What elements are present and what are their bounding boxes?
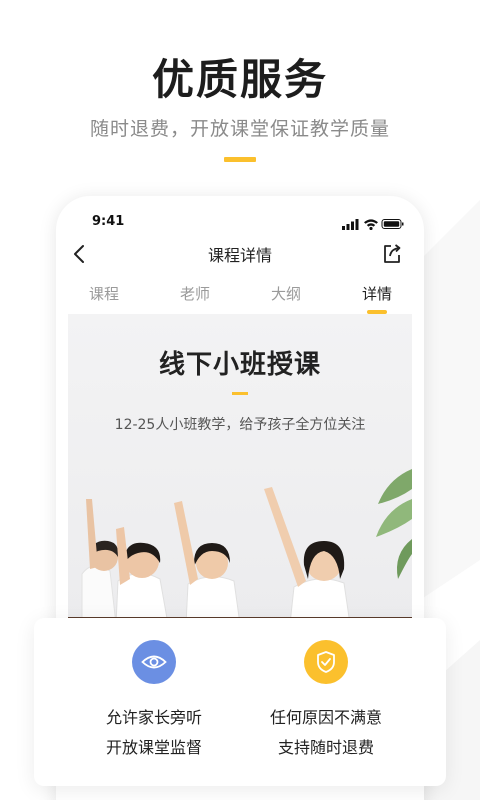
- feature-card: 允许家长旁听 开放课堂监督 任何原因不满意 支持随时退费: [34, 618, 446, 786]
- tab-bar: 课程 老师 大纲 详情: [56, 278, 424, 314]
- hero-subtitle: 随时退费，开放课堂保证教学质量: [89, 118, 390, 140]
- share-button[interactable]: [380, 242, 404, 266]
- plant-image: [376, 469, 412, 579]
- eye-icon: [132, 640, 176, 684]
- tab-details-label: 详情: [361, 285, 392, 303]
- feature-line-2: 开放课堂监督: [105, 738, 202, 757]
- content-accent-bar: [232, 392, 248, 395]
- shield-check-icon: [304, 640, 348, 684]
- signal-icon: [342, 219, 359, 230]
- course-detail-content: 线下小班授课 12-25人小班教学，给予孩子全方位关注: [68, 314, 412, 624]
- accent-bar: [224, 157, 256, 162]
- child-figure: [174, 501, 241, 624]
- feature-parent-observe: 允许家长旁听 开放课堂监督: [74, 640, 234, 760]
- feature-line-1: 任何原因不满意: [269, 708, 382, 727]
- share-icon: [384, 244, 401, 263]
- feature-line-2: 支持随时退费: [277, 738, 374, 757]
- child-figure: [81, 499, 119, 624]
- nav-title: 课程详情: [207, 246, 272, 265]
- hero-title: 优质服务: [151, 55, 328, 104]
- child-figure: [115, 527, 169, 624]
- battery-icon: [381, 219, 404, 229]
- status-time: 9:41: [92, 214, 125, 229]
- feature-line-1: 允许家长旁听: [105, 708, 202, 727]
- wifi-icon: [364, 219, 378, 231]
- tab-outline[interactable]: 大纲: [256, 283, 316, 304]
- status-icons: [342, 215, 404, 234]
- nav-bar: 课程详情: [56, 234, 424, 274]
- child-figure: [264, 487, 351, 624]
- feature-refund: 任何原因不满意 支持随时退费: [246, 640, 406, 760]
- classroom-photo: [68, 469, 412, 624]
- tab-details[interactable]: 详情: [347, 283, 407, 314]
- content-subtitle: 12-25人小班教学，给予孩子全方位关注: [114, 417, 366, 433]
- tab-course[interactable]: 课程: [74, 283, 134, 304]
- tab-teacher[interactable]: 老师: [165, 283, 225, 304]
- content-title: 线下小班授课: [158, 350, 321, 380]
